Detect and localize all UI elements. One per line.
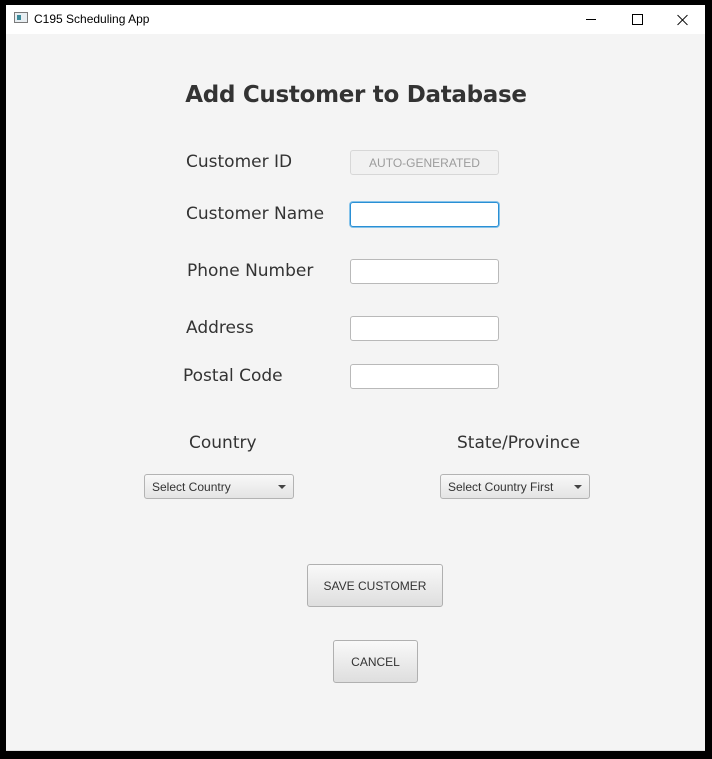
close-icon xyxy=(677,14,689,26)
window-title: C195 Scheduling App xyxy=(34,12,150,26)
address-label: Address xyxy=(186,318,254,338)
state-select-value: Select Country First xyxy=(448,479,554,494)
postal-code-input[interactable] xyxy=(350,364,499,389)
country-select-value: Select Country xyxy=(152,479,231,494)
close-button[interactable] xyxy=(660,5,706,34)
state-province-select[interactable]: Select Country First xyxy=(440,474,590,499)
customer-id-label: Customer ID xyxy=(186,152,293,172)
maximize-button[interactable] xyxy=(614,5,660,34)
save-customer-button[interactable]: SAVE CUSTOMER xyxy=(307,564,443,607)
maximize-icon xyxy=(631,14,643,25)
customer-name-label: Customer Name xyxy=(186,204,325,224)
state-province-label: State/Province xyxy=(457,433,581,453)
postal-code-label: Postal Code xyxy=(183,366,283,386)
chevron-down-icon xyxy=(278,485,286,489)
phone-number-label: Phone Number xyxy=(187,261,314,281)
customer-id-field xyxy=(350,150,499,175)
minimize-button[interactable] xyxy=(568,5,614,34)
country-label: Country xyxy=(189,433,257,453)
app-icon xyxy=(14,12,28,23)
title-bar[interactable]: C195 Scheduling App xyxy=(6,5,705,34)
phone-number-input[interactable] xyxy=(350,259,499,284)
minimize-icon xyxy=(586,19,596,20)
address-input[interactable] xyxy=(350,316,499,341)
cancel-button[interactable]: CANCEL xyxy=(333,640,418,683)
page-title: Add Customer to Database xyxy=(185,82,527,108)
chevron-down-icon xyxy=(574,485,582,489)
customer-name-input[interactable] xyxy=(350,202,499,227)
country-select[interactable]: Select Country xyxy=(144,474,294,499)
